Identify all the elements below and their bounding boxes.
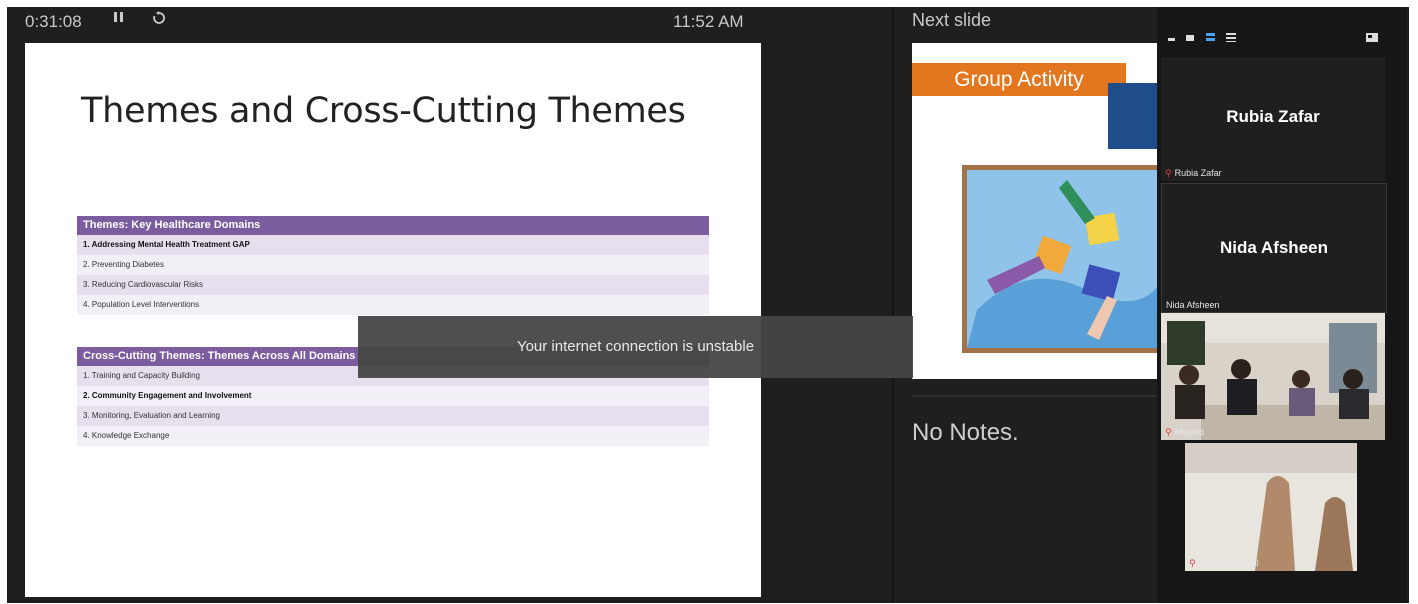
participant-label: ⚲ Rubia Zafar [1165,168,1222,179]
blue-text-box [1108,83,1157,149]
table-row: 4. Population Level Interventions [77,295,709,315]
themes-table: Themes: Key Healthcare Domains 1. Addres… [77,216,709,315]
table-header: Themes: Key Healthcare Domains [77,216,709,235]
next-slide-preview[interactable]: Group Activity [912,43,1157,379]
table-row: 2. Community Engagement and Involvement [77,386,709,406]
participant-name: Nida Afsheen [1219,238,1328,257]
table-row: 3. Monitoring, Evaluation and Learning [77,406,709,426]
muted-mic-icon: ⚲ [1165,427,1172,437]
gallery-view-icon[interactable] [1225,32,1237,42]
participant-video-tile[interactable]: ⚲ Mujeeb [1161,313,1385,440]
reset-timer-icon[interactable] [151,10,167,30]
next-slide-label: Next slide [912,10,992,30]
speaker-view-icon[interactable] [1205,32,1217,42]
group-activity-banner: Group Activity [912,63,1126,96]
single-view-icon[interactable] [1185,32,1195,42]
puzzle-image [962,165,1157,353]
participant-name: Rubia Zafar [1226,107,1320,126]
next-slide-title: Group Activity [954,68,1084,91]
presenter-view: 0:31:08 11:52 AM Themes and Cross-Cuttin… [7,7,1409,603]
video-feed [1185,443,1357,571]
participant-tile[interactable]: Nida Afsheen Nida Afsheen [1161,183,1387,313]
participant-video-tile[interactable]: ⚲ Farhan Jamaal [1185,443,1357,571]
video-feed [1161,313,1385,440]
minimize-view-icon[interactable] [1167,32,1177,42]
speaker-notes: No Notes. [912,419,1019,446]
participant-label: ⚲ Mujeeb [1165,427,1204,438]
table-row: 2. Preventing Diabetes [77,255,709,275]
table-row: 3. Reducing Cardiovascular Risks [77,275,709,295]
muted-mic-icon: ⚲ [1165,168,1172,178]
pane-divider[interactable] [892,7,894,603]
participant-label-text: Mujeeb [1174,427,1205,437]
pause-icon[interactable] [113,10,125,28]
table-row: 1. Addressing Mental Health Treatment GA… [77,235,709,255]
notes-separator [912,395,1162,397]
participant-label: ⚲ Farhan Jamaal [1189,558,1259,569]
panel-options-icon[interactable] [1365,32,1379,42]
participant-label-text: Rubia Zafar [1174,168,1222,178]
table-row: 4. Knowledge Exchange [77,426,709,446]
participant-tile[interactable]: Rubia Zafar ⚲ Rubia Zafar [1161,57,1385,181]
elapsed-timer: 0:31:08 [25,12,82,31]
participant-label-text: Farhan Jamaal [1198,558,1259,568]
connection-warning-toast: Your internet connection is unstable [358,316,913,378]
slide-title: Themes and Cross-Cutting Themes [81,91,686,131]
clock: 11:52 AM [673,12,744,31]
participant-label: Nida Afsheen [1166,300,1220,310]
participants-panel: Rubia Zafar ⚲ Rubia Zafar Nida Afsheen Ni… [1157,7,1407,603]
muted-mic-icon: ⚲ [1189,558,1196,568]
